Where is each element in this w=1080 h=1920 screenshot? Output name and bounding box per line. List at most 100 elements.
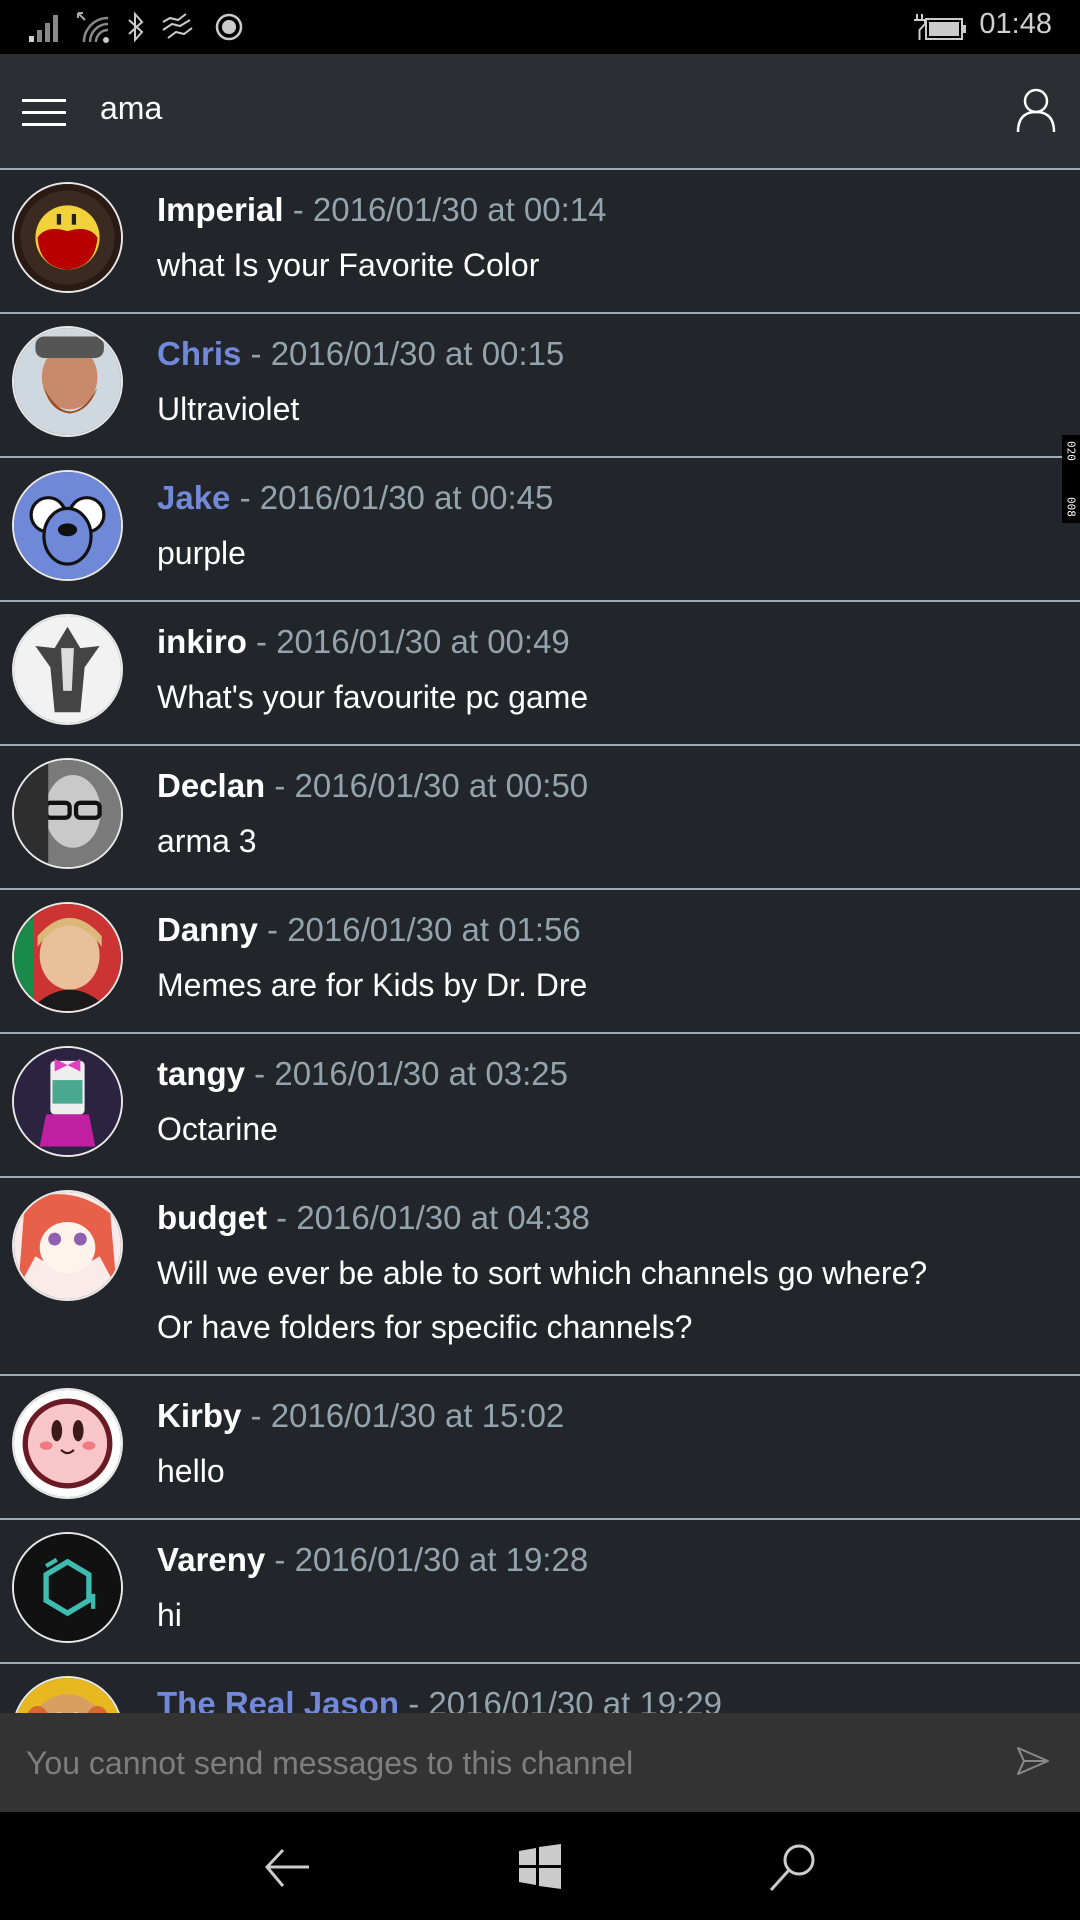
avatar-image — [14, 472, 121, 579]
message-item[interactable]: Danny - 2016/01/30 at 01:56 Memes are for… — [0, 890, 1080, 1034]
timestamp: 2016/01/30 at 00:45 — [259, 479, 554, 516]
app-header: ama — [0, 54, 1080, 168]
message-composer — [0, 1713, 1080, 1812]
author-name[interactable]: Imperial — [157, 191, 284, 228]
author-name[interactable]: tangy — [157, 1055, 245, 1092]
message-header: Danny - 2016/01/30 at 01:56 — [157, 908, 1060, 952]
message-text: Memes are for Kids by Dr. Dre — [157, 967, 588, 1003]
message-text: Or have folders for specific channels? — [157, 1309, 693, 1345]
avatar-image — [14, 328, 121, 435]
message-text: Will we ever be able to sort which chann… — [157, 1255, 928, 1291]
separator: - — [265, 1541, 295, 1578]
author-name[interactable]: inkiro — [157, 623, 247, 660]
avatar[interactable] — [12, 1046, 123, 1157]
avatar-image — [14, 1048, 121, 1155]
location-icon — [215, 13, 243, 41]
timestamp: 2016/01/30 at 00:15 — [270, 335, 565, 372]
separator: - — [241, 335, 271, 372]
separator: - — [266, 1199, 297, 1236]
message-item[interactable]: Imperial - 2016/01/30 at 00:14 what Is yo… — [0, 170, 1080, 314]
author-name[interactable]: budget — [157, 1199, 267, 1236]
avatar-image — [14, 184, 121, 291]
separator: - — [257, 911, 288, 948]
avatar[interactable] — [12, 182, 123, 293]
scroll-position-overlay: 020 008 — [1062, 435, 1080, 523]
message-header: Declan - 2016/01/30 at 00:50 — [157, 764, 1060, 808]
avatar[interactable] — [12, 1676, 123, 1713]
message-header: Imperial - 2016/01/30 at 00:14 — [157, 188, 1060, 232]
timestamp: 2016/01/30 at 19:29 — [428, 1685, 723, 1713]
timestamp: 2016/01/30 at 19:28 — [294, 1541, 589, 1578]
avatar[interactable] — [12, 614, 123, 725]
bluetooth-icon — [128, 11, 144, 43]
avatar-image — [14, 904, 121, 1011]
message-item[interactable]: Chris - 2016/01/30 at 00:15 Ultraviolet — [0, 314, 1080, 458]
message-text: Ultraviolet — [157, 391, 300, 427]
avatar[interactable] — [12, 470, 123, 581]
user-icon[interactable] — [1010, 84, 1062, 136]
avatar[interactable] — [12, 326, 123, 437]
message-header: inkiro - 2016/01/30 at 00:49 — [157, 620, 1060, 664]
message-header: tangy - 2016/01/30 at 03:25 — [157, 1052, 1060, 1096]
author-name[interactable]: Jake — [157, 479, 230, 516]
author-name[interactable]: Kirby — [157, 1397, 241, 1434]
timestamp: 2016/01/30 at 15:02 — [270, 1397, 565, 1434]
message-item[interactable]: inkiro - 2016/01/30 at 00:49 What's your … — [0, 602, 1080, 746]
message-text: What's your favourite pc game — [157, 679, 589, 715]
avatar[interactable] — [12, 1190, 123, 1301]
avatar-image — [14, 760, 121, 867]
timestamp: 2016/01/30 at 01:56 — [287, 911, 581, 948]
windows-start-icon[interactable] — [515, 1842, 565, 1892]
author-name[interactable]: Danny — [157, 911, 258, 948]
wifi-icon — [77, 12, 109, 43]
message-text: purple — [157, 535, 246, 571]
status-time: 01:48 — [979, 8, 1052, 40]
message-header: budget - 2016/01/30 at 04:38 — [157, 1196, 1060, 1240]
search-icon[interactable] — [767, 1842, 817, 1892]
send-icon[interactable] — [1016, 1746, 1050, 1776]
avatar-image — [14, 1192, 121, 1299]
hamburger-menu-button[interactable] — [22, 99, 66, 126]
hamburger-icon — [22, 99, 66, 102]
avatar-image — [14, 616, 121, 723]
timestamp: 2016/01/30 at 03:25 — [274, 1055, 568, 1092]
separator: - — [283, 191, 313, 228]
message-header: The Real Jason - 2016/01/30 at 19:29 — [157, 1682, 1060, 1713]
timestamp: 2016/01/30 at 00:14 — [312, 191, 607, 228]
message-item[interactable]: Kirby - 2016/01/30 at 15:02 hello — [0, 1376, 1080, 1520]
hamburger-line — [22, 123, 66, 126]
message-item[interactable]: Declan - 2016/01/30 at 00:50 arma 3 — [0, 746, 1080, 890]
message-header: Chris - 2016/01/30 at 00:15 — [157, 332, 1060, 376]
avatar[interactable] — [12, 758, 123, 869]
message-item[interactable]: Vareny - 2016/01/30 at 19:28 hi — [0, 1520, 1080, 1664]
timestamp: 2016/01/30 at 04:38 — [296, 1199, 590, 1236]
message-input[interactable] — [26, 1735, 966, 1791]
avatar[interactable] — [12, 1388, 123, 1499]
system-nav-bar — [0, 1812, 1080, 1920]
avatar[interactable] — [12, 902, 123, 1013]
avatar-image — [14, 1390, 121, 1497]
timestamp: 2016/01/30 at 00:49 — [276, 623, 570, 660]
scroll-overlay-top: 020 — [1064, 441, 1078, 461]
separator: - — [230, 479, 260, 516]
message-item[interactable]: The Real Jason - 2016/01/30 at 19:29hi — [0, 1664, 1080, 1713]
author-name[interactable]: Vareny — [157, 1541, 265, 1578]
message-list[interactable]: Imperial - 2016/01/30 at 00:14 what Is yo… — [0, 168, 1080, 1713]
author-name[interactable]: The Real Jason — [157, 1685, 399, 1713]
avatar[interactable] — [12, 1532, 123, 1643]
separator: - — [245, 1055, 275, 1092]
author-name[interactable]: Chris — [157, 335, 241, 372]
timestamp: 2016/01/30 at 00:50 — [294, 767, 589, 804]
avatar-image — [14, 1678, 121, 1713]
author-name[interactable]: Declan — [157, 767, 265, 804]
message-item[interactable]: budget - 2016/01/30 at 04:38 Will we ever… — [0, 1178, 1080, 1376]
message-header: Jake - 2016/01/30 at 00:45 — [157, 476, 1060, 520]
back-icon[interactable] — [263, 1842, 313, 1892]
message-text: hello — [157, 1453, 225, 1489]
message-text: what Is your Favorite Color — [157, 247, 540, 283]
message-item[interactable]: Jake - 2016/01/30 at 00:45 purple — [0, 458, 1080, 602]
channel-title: ama — [100, 90, 163, 126]
message-text: arma 3 — [157, 823, 257, 859]
message-item[interactable]: tangy - 2016/01/30 at 03:25 Octarine — [0, 1034, 1080, 1178]
signal-strength-icon — [29, 15, 58, 42]
